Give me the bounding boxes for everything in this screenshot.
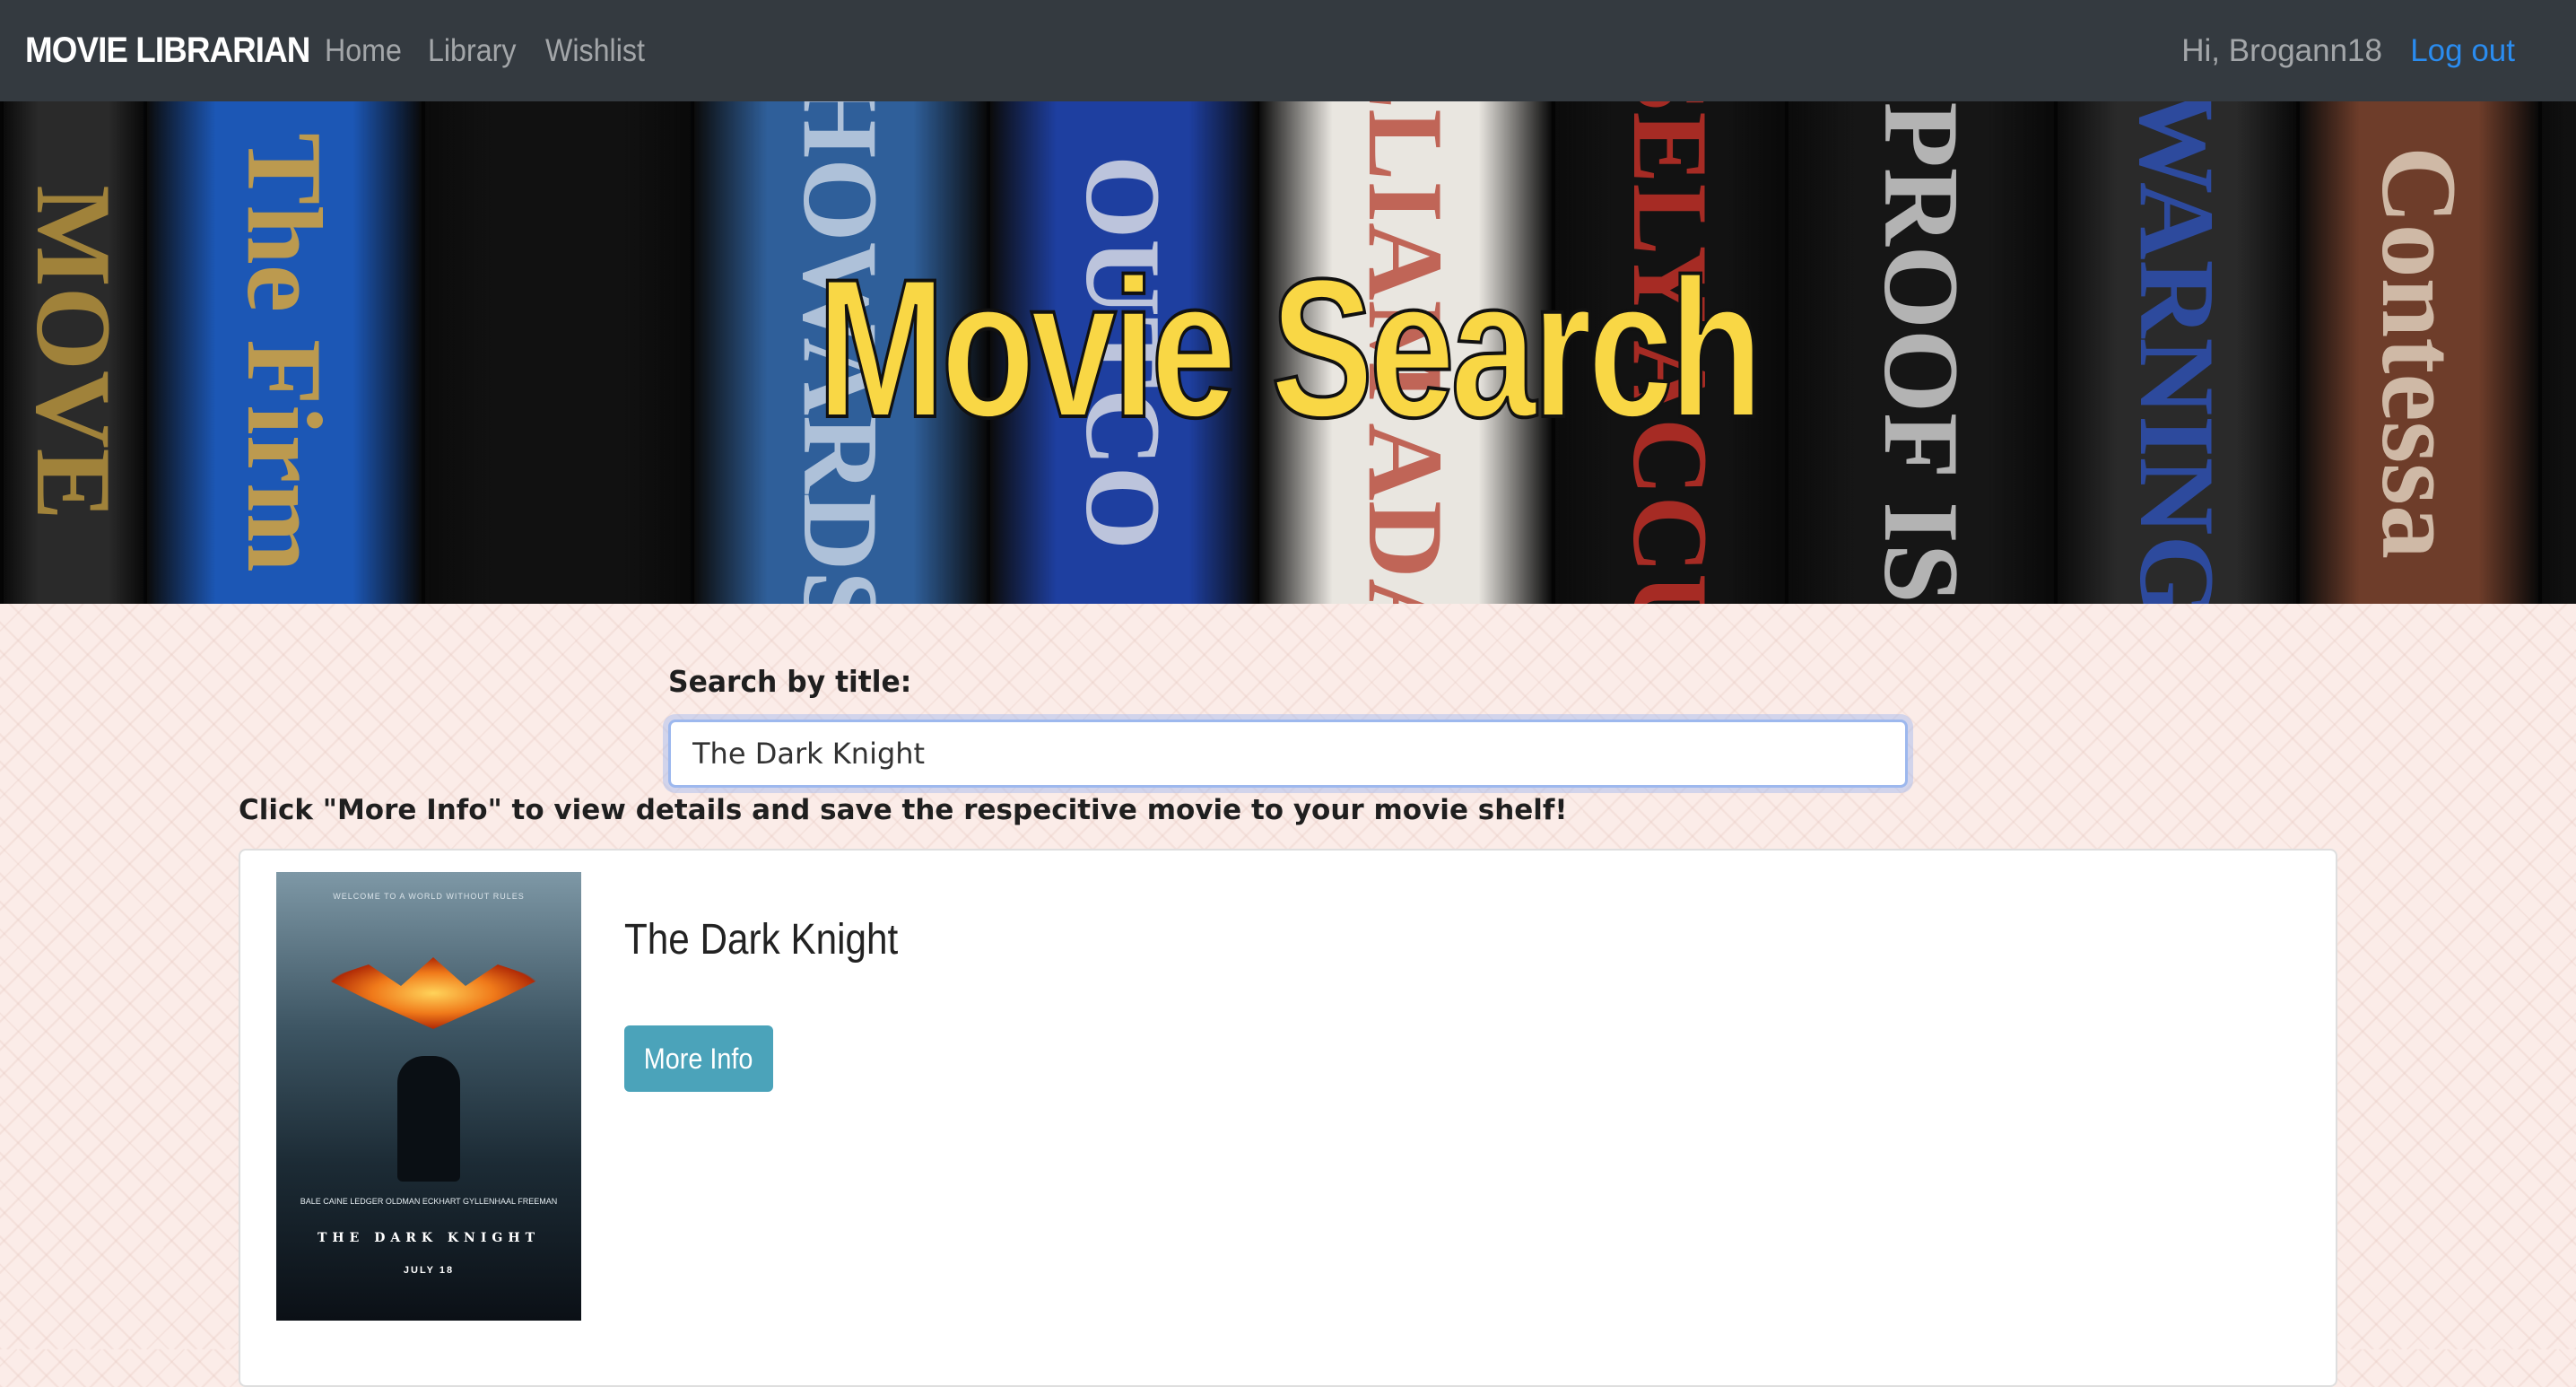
poster-title: THE DARK KNIGHT [318, 1231, 540, 1245]
vhs-tape-spine: MOVE [0, 101, 144, 604]
nav-wishlist-link[interactable]: Wishlist [545, 0, 645, 101]
poster-date: JULY 18 [403, 1265, 455, 1276]
nav-library-link[interactable]: Library [428, 0, 516, 101]
result-card: WELCOME TO A WORLD WITHOUT RULES BALE CA… [239, 849, 2337, 1387]
vhs-tape-spine: THE GOLDEN [2538, 101, 2576, 604]
movie-poster: WELCOME TO A WORLD WITHOUT RULES BALE CA… [276, 872, 581, 1321]
brand-logo[interactable]: MOVIE LIBRARIAN [25, 0, 310, 101]
user-greeting: Hi, Brogann18 [2181, 33, 2382, 68]
search-label: Search by title: [668, 664, 912, 699]
poster-bat-symbol [326, 957, 541, 1029]
poster-batman-figure [397, 1056, 460, 1182]
movie-title: The Dark Knight [624, 916, 899, 964]
instructions-text: Click "More Info" to view details and sa… [239, 794, 1568, 826]
poster-tagline: WELCOME TO A WORLD WITHOUT RULES [333, 892, 525, 901]
vhs-tape-label: Contessa [2360, 145, 2479, 560]
top-navbar: MOVIE LIBRARIAN Home Library Wishlist Hi… [0, 0, 2576, 101]
hero-title: Movie Search [815, 238, 1764, 458]
logout-link[interactable]: Log out [2410, 0, 2515, 101]
vhs-tape-spine: Contessa [2296, 101, 2538, 604]
vhs-tape-label: MOVE [14, 185, 134, 520]
more-info-label: More Info [644, 1042, 753, 1075]
search-input[interactable] [668, 720, 1908, 788]
hero-banner: MOVEThe FirmHOWARDSOUTCOWILLIAM ADAMSFAL… [0, 101, 2576, 604]
nav-home-link[interactable]: Home [325, 0, 402, 101]
more-info-button[interactable]: More Info [624, 1025, 773, 1092]
poster-cast: BALE CAINE LEDGER OLDMAN ECKHART GYLLENH… [300, 1197, 558, 1206]
